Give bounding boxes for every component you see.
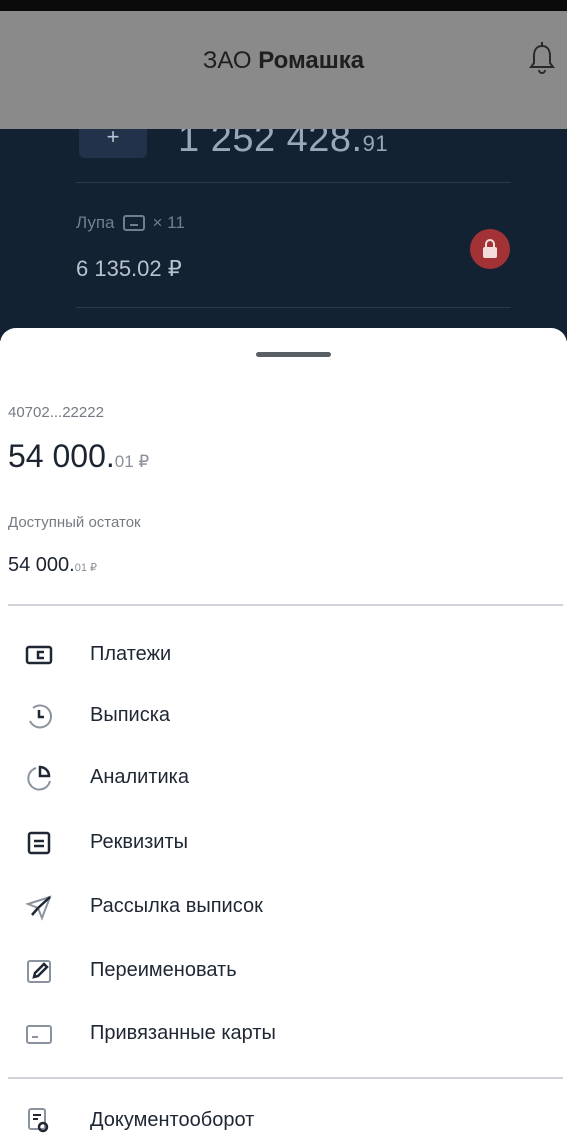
requisites-list-icon xyxy=(27,831,51,855)
statement-clock-icon xyxy=(29,704,53,729)
send-plane-icon xyxy=(25,895,52,921)
status-bar xyxy=(0,0,567,11)
divider xyxy=(76,182,511,183)
account-bottom-sheet: 40702...22222 54 000.01 ₽ Доступный оста… xyxy=(0,328,567,1135)
app-header: ЗАО Ромашка xyxy=(0,11,567,129)
card-group-row[interactable]: Лупа × 11 xyxy=(76,213,185,233)
divider xyxy=(8,604,563,606)
bell-icon[interactable] xyxy=(527,41,557,75)
menu-item-payments[interactable]: Платежи xyxy=(0,628,567,680)
company-title[interactable]: ЗАО Ромашка xyxy=(0,47,567,75)
card-count: × 11 xyxy=(152,213,185,232)
menu-item-document-flow[interactable]: Документооборот xyxy=(0,1094,567,1146)
available-balance-value: 54 000.01 ₽ xyxy=(8,554,98,576)
menu-item-linked-cards[interactable]: Привязанные карты xyxy=(0,1007,567,1059)
lock-button[interactable] xyxy=(470,229,510,269)
menu-item-statement-mailing[interactable]: Рассылка выписок xyxy=(0,880,567,932)
menu-item-rename[interactable]: Переименовать xyxy=(0,944,567,996)
divider xyxy=(8,1077,563,1079)
card-icon xyxy=(26,1025,52,1044)
menu-item-statement[interactable]: Выписка xyxy=(0,689,567,741)
document-search-icon xyxy=(28,1108,49,1133)
divider xyxy=(76,307,511,308)
card-amount: 6 135.02 ₽ xyxy=(76,256,182,281)
card-icon xyxy=(122,215,145,231)
pencil-icon xyxy=(27,960,51,983)
card-group-label: Лупа xyxy=(76,213,115,232)
analytics-pie-icon xyxy=(27,765,51,791)
lock-icon xyxy=(483,239,497,258)
menu-item-analytics[interactable]: Аналитика xyxy=(0,751,567,803)
account-balance: 54 000.01 ₽ xyxy=(8,438,150,474)
payments-icon xyxy=(25,645,53,665)
available-balance-label: Доступный остаток xyxy=(8,514,141,531)
account-number: 40702...22222 xyxy=(8,404,104,421)
menu-item-requisites[interactable]: Реквизиты xyxy=(0,816,567,868)
sheet-drag-handle[interactable] xyxy=(256,352,331,357)
